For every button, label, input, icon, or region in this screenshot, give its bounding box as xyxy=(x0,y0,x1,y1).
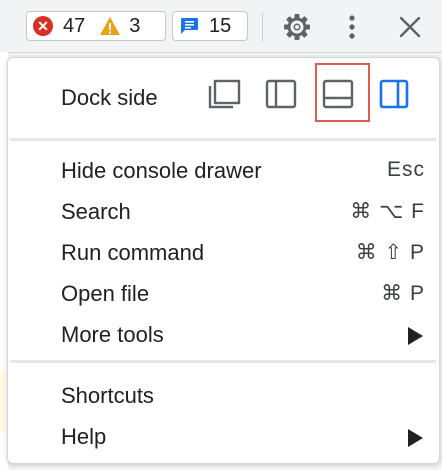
more-vertical-icon[interactable] xyxy=(342,14,362,42)
menu-item-label: Hide console drawer xyxy=(61,158,262,183)
menu-item-shortcut: Esc xyxy=(386,158,425,181)
menu-item-shortcut: ⌘ ⇧ P xyxy=(355,241,425,264)
devtools-toolbar: ✕ 47 3 15 xyxy=(0,0,442,53)
errors-count: 47 xyxy=(63,14,86,37)
menu-item-label: More tools xyxy=(61,322,164,347)
menu-item-label: Help xyxy=(61,424,107,449)
menu-item-search[interactable]: Search ⌘ ⌥ F xyxy=(8,191,439,231)
menu-separator xyxy=(10,138,436,141)
menu-item-run-command[interactable]: Run command ⌘ ⇧ P xyxy=(8,232,439,272)
warning-icon xyxy=(100,17,121,35)
menu-item-more-tools[interactable]: More tools xyxy=(8,314,439,354)
close-icon[interactable] xyxy=(397,14,423,40)
dock-side-label: Dock side xyxy=(61,85,158,110)
menu-item-open-file[interactable]: Open file ⌘ P xyxy=(8,273,439,313)
menu-item-label: Shortcuts xyxy=(61,383,154,408)
settings-gear-icon[interactable] xyxy=(282,12,312,42)
menu-item-shortcut: ⌘ P xyxy=(381,282,425,305)
submenu-arrow-icon xyxy=(408,327,423,345)
background-highlight xyxy=(0,372,6,432)
submenu-arrow-icon xyxy=(408,429,423,447)
menu-item-label: Open file xyxy=(61,281,150,306)
menu-item-label: Run command xyxy=(61,240,205,265)
dock-bottom-highlight-box xyxy=(315,63,370,122)
undock-into-separate-window-icon[interactable] xyxy=(206,76,242,112)
menu-separator xyxy=(10,360,436,363)
issues-counter-button[interactable]: ✕ 47 3 xyxy=(26,11,166,41)
messages-counter-button[interactable]: 15 xyxy=(172,11,248,41)
devtools-main-menu: Dock side Hide console drawer Esc Search… xyxy=(7,57,440,464)
menu-item-label: Search xyxy=(61,199,131,224)
menu-item-shortcuts[interactable]: Shortcuts xyxy=(8,375,439,415)
messages-count: 15 xyxy=(209,14,232,37)
menu-item-hide-console-drawer[interactable]: Hide console drawer Esc xyxy=(8,150,439,190)
error-icon: ✕ xyxy=(33,16,53,36)
menu-item-help[interactable]: Help xyxy=(8,416,439,456)
toolbar-divider xyxy=(262,12,263,42)
dock-to-right-icon[interactable] xyxy=(376,76,412,112)
message-icon xyxy=(181,18,198,34)
dock-side-row: Dock side xyxy=(8,58,439,138)
dock-to-left-icon[interactable] xyxy=(263,76,299,112)
menu-item-shortcut: ⌘ ⌥ F xyxy=(350,200,425,223)
warnings-count: 3 xyxy=(129,14,141,37)
